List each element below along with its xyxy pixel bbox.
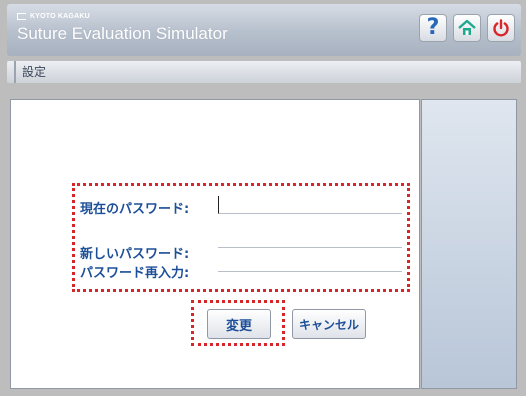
brand-logo: KYOTO KAGAKU (17, 10, 90, 22)
current-password-field[interactable] (218, 196, 402, 214)
power-button[interactable] (487, 14, 515, 42)
cancel-button[interactable]: キャンセル (292, 309, 366, 339)
brand-name: KYOTO KAGAKU (30, 12, 90, 20)
app-window: KYOTO KAGAKU Suture Evaluation Simulator… (0, 0, 526, 396)
help-icon: ? (426, 15, 440, 40)
home-icon (458, 19, 476, 35)
section-bar (7, 61, 521, 83)
power-icon (493, 19, 509, 37)
change-button[interactable]: 変更 (207, 309, 271, 339)
current-password-label: 現在のパスワード: (80, 202, 190, 217)
home-button[interactable] (453, 14, 481, 42)
new-password-label: 新しいパスワード: (80, 247, 190, 262)
brand-mark-icon (17, 12, 26, 20)
new-password-field[interactable] (218, 230, 402, 248)
confirm-password-label: パスワード再入力: (80, 266, 190, 281)
help-button[interactable]: ? (419, 14, 447, 42)
app-title: Suture Evaluation Simulator (17, 24, 228, 43)
confirm-password-field[interactable] (218, 254, 402, 272)
section-title: 設定 (14, 61, 52, 83)
side-panel (421, 99, 517, 389)
